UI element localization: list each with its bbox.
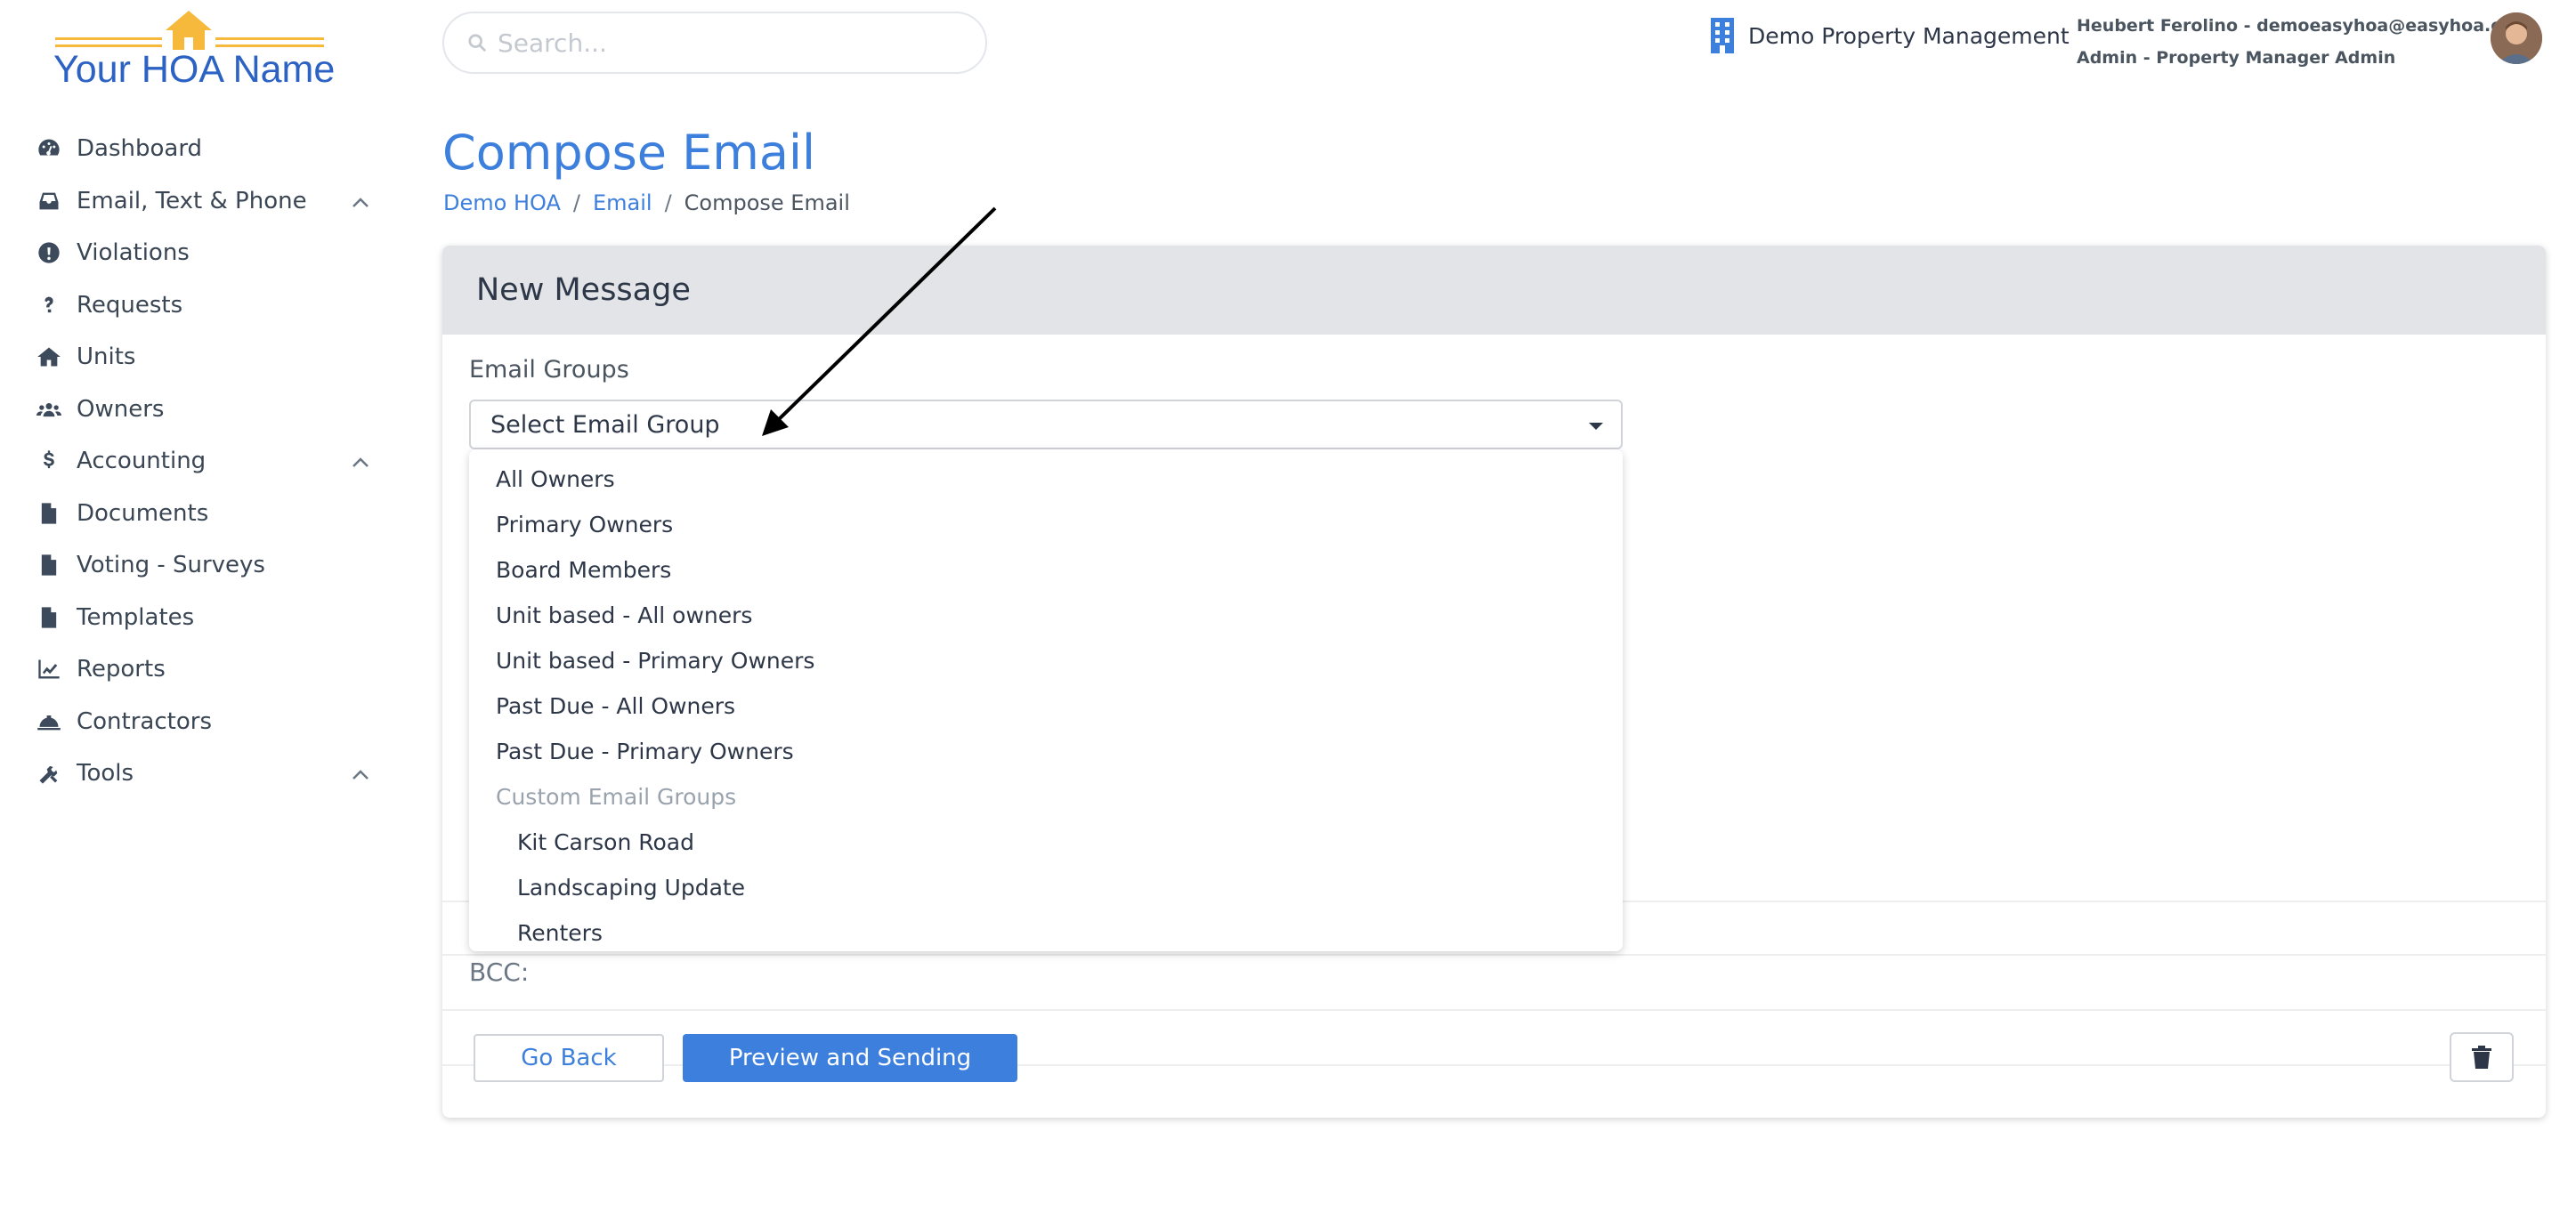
sidebar-item-label: Contractors [77,707,212,735]
dropdown-option[interactable]: Primary Owners [469,502,1623,547]
email-group-dropdown: All Owners Primary Owners Board Members Uni… [469,449,1623,951]
logo-text: Your HOA Name [53,48,336,91]
sidebar-item-tools[interactable]: Tools [36,747,374,800]
logo-stripe [215,44,324,47]
sidebar-item-label: Owners [77,395,165,423]
dropdown-option[interactable]: Past Due - Primary Owners [469,729,1623,774]
sidebar-nav: Dashboard Email, Text & Phone Violations Re… [36,123,374,800]
search-input[interactable] [498,28,960,58]
sidebar-item-contractors[interactable]: Contractors [36,696,374,748]
sidebar-item-label: Documents [77,499,209,527]
dropdown-option[interactable]: Unit based - Primary Owners [469,638,1623,683]
sidebar-item-voting-surveys[interactable]: Voting - Surveys [36,539,374,592]
users-icon [36,396,62,423]
building-icon [1711,18,1734,53]
logo[interactable]: Your HOA Name [52,9,335,91]
dropdown-option[interactable]: Past Due - All Owners [469,683,1623,729]
dashboard-icon [36,135,62,162]
email-group-select-value: Select Email Group [490,410,720,439]
sidebar-item-violations[interactable]: Violations [36,227,374,279]
company-name: Demo Property Management [1748,22,2070,49]
home-icon [36,343,62,370]
sidebar-item-label: Templates [77,603,195,631]
inbox-icon [36,188,62,214]
page-title: Compose Email [442,125,816,181]
hard-hat-icon [36,708,62,735]
bcc-label[interactable]: BCC: [469,957,529,987]
caret-down-icon [1589,423,1603,430]
divider [442,1009,2546,1011]
sidebar-item-label: Units [77,343,136,371]
sidebar-item-dashboard[interactable]: Dashboard [36,123,374,175]
search-icon [468,34,487,53]
breadcrumb-demo-hoa[interactable]: Demo HOA [443,190,561,215]
tools-icon [36,760,62,787]
breadcrumb-separator: / [572,190,580,215]
go-back-button[interactable]: Go Back [474,1034,664,1082]
chevron-up-icon[interactable] [351,453,370,476]
sidebar-item-reports[interactable]: Reports [36,643,374,696]
company-switcher[interactable]: Demo Property Management [1709,18,2070,53]
sidebar-item-label: Accounting [77,448,207,475]
dropdown-option[interactable]: Landscaping Update [469,865,1623,910]
dropdown-option[interactable]: Board Members [469,547,1623,593]
dropdown-option[interactable]: Renters [469,910,1623,956]
sidebar-item-label: Reports [77,656,166,683]
avatar[interactable] [2491,12,2542,64]
logo-stripe [55,37,162,40]
dollar-icon [36,448,62,474]
sidebar-item-templates[interactable]: Templates [36,592,374,644]
file-icon [36,500,62,527]
sidebar-item-label: Requests [77,291,183,319]
user-info[interactable]: Heubert Ferolino - demoeasyhoa@easyhoa.c… [2077,16,2530,68]
sidebar-item-units[interactable]: Units [36,331,374,384]
email-groups-label: Email Groups [469,356,629,384]
sidebar: Your HOA Name Dashboard Email, Text & Pho… [0,0,392,1212]
user-name-email: Heubert Ferolino - demoeasyhoa@easyhoa.c… [2077,16,2531,36]
user-role: Admin - Property Manager Admin [2077,48,2396,68]
sidebar-item-label: Voting - Surveys [77,552,265,579]
dropdown-option[interactable]: All Owners [469,457,1623,502]
logo-stripe [215,37,324,40]
chart-line-icon [36,656,62,683]
sidebar-item-label: Email, Text & Phone [77,187,307,214]
sidebar-item-email-text-phone[interactable]: Email, Text & Phone [36,175,374,228]
trash-icon [2472,1046,2491,1069]
chevron-up-icon[interactable] [351,765,370,788]
house-body [173,30,205,50]
logo-stripe [55,44,162,47]
sidebar-item-label: Dashboard [77,135,203,163]
file-alt-icon [36,604,62,631]
breadcrumb-separator: / [664,190,672,215]
sidebar-item-label: Tools [77,760,134,788]
sidebar-item-label: Violations [77,239,190,267]
breadcrumb-email[interactable]: Email [593,190,652,215]
sidebar-item-owners[interactable]: Owners [36,384,374,436]
file-pdf-icon [36,552,62,578]
sidebar-item-requests[interactable]: Requests [36,279,374,332]
dropdown-option[interactable]: Kit Carson Road [469,820,1623,865]
dropdown-group-header: Custom Email Groups [496,784,737,810]
card-title: New Message [476,272,691,308]
exclamation-circle-icon [36,239,62,266]
chevron-up-icon[interactable] [351,193,370,216]
search-box[interactable] [442,12,987,74]
preview-sending-button[interactable]: Preview and Sending [683,1034,1017,1082]
dropdown-option[interactable]: Unit based - All owners [469,593,1623,638]
sidebar-item-documents[interactable]: Documents [36,488,374,540]
card-header: New Message [442,246,2546,335]
sidebar-item-accounting[interactable]: Accounting [36,435,374,488]
email-group-select[interactable]: Select Email Group [469,400,1623,449]
question-icon [36,292,62,319]
breadcrumb-current: Compose Email [684,190,850,215]
avatar-image [2491,12,2542,64]
breadcrumb: Demo HOA / Email / Compose Email [443,190,850,215]
house-icon [166,11,212,30]
delete-button[interactable] [2450,1032,2514,1082]
